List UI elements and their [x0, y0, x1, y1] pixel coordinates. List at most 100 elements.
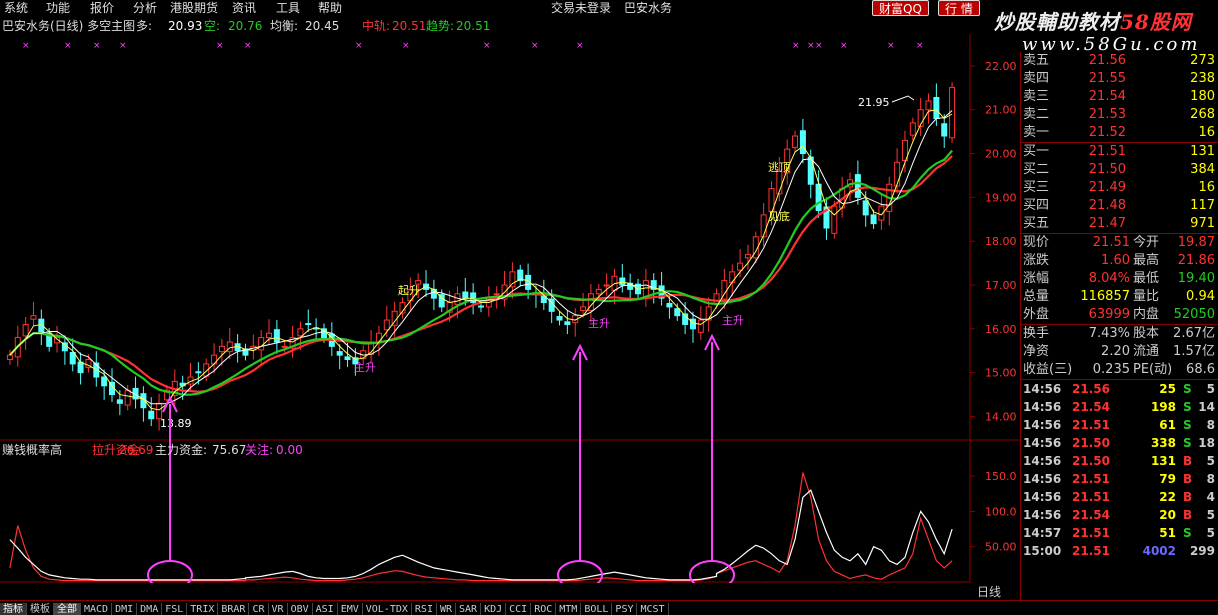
tab-brar[interactable]: BRAR	[218, 603, 250, 615]
tab-rsi[interactable]: RSI	[412, 603, 437, 615]
tab-dma[interactable]: DMA	[137, 603, 163, 615]
tick-time: 15:00	[1023, 544, 1062, 558]
tick-side: S	[1183, 526, 1192, 540]
tab-macd[interactable]: MACD	[81, 603, 113, 615]
ind-tick-label: 100.0	[985, 505, 1017, 518]
high-mark-arrow-icon	[891, 95, 915, 103]
tab-cr[interactable]: CR	[249, 603, 269, 615]
quote-button[interactable]: 行 情	[938, 0, 980, 16]
candle-body	[760, 214, 767, 238]
menu-item-news[interactable]: 资讯	[232, 1, 256, 15]
menu-item-system[interactable]: 系统	[4, 1, 28, 15]
candle-body	[870, 214, 877, 225]
tab-boll[interactable]: BOLL	[581, 603, 613, 615]
candle-body	[336, 351, 343, 356]
menu-item-tools[interactable]: 工具	[276, 1, 300, 15]
price-tick-label: 15.00	[985, 367, 1017, 380]
price-tick-label: 20.00	[985, 148, 1017, 161]
tick-side: B	[1183, 508, 1193, 522]
wealth-qq-button[interactable]: 财富QQ	[872, 0, 929, 16]
tab-vr[interactable]: VR	[269, 603, 288, 615]
candle-body	[854, 174, 861, 198]
candle-body	[493, 293, 500, 296]
menu-item-function[interactable]: 功能	[46, 1, 70, 15]
bid-price: 21.51	[1088, 144, 1126, 159]
tab-obv[interactable]: OBV	[288, 603, 313, 615]
tick-price: 21.51	[1072, 472, 1110, 486]
menu-item-help[interactable]: 帮助	[318, 1, 342, 15]
tab-指标[interactable]: 指标	[0, 603, 27, 615]
candle-body	[22, 323, 29, 337]
stat-value: 63999	[1088, 307, 1130, 322]
tab-cci[interactable]: CCI	[506, 603, 532, 615]
bid-label: 买四	[1023, 198, 1050, 213]
candle-body	[674, 308, 681, 317]
lasheng-value: 26.69	[119, 443, 153, 457]
tab-mcst[interactable]: MCST	[637, 603, 669, 615]
tick-time: 14:56	[1023, 400, 1062, 414]
tick-volume: 20	[1159, 508, 1176, 522]
tab-psy[interactable]: PSY	[612, 603, 638, 615]
current-stock: 巴安水务	[624, 1, 673, 15]
tick-side: S	[1183, 400, 1192, 414]
period-label[interactable]: 日线	[977, 583, 1001, 600]
tab-kdj[interactable]: KDJ	[481, 603, 507, 615]
candle-body	[744, 253, 751, 259]
tab-trix[interactable]: TRIX	[187, 603, 219, 615]
menu-item-hk-futures[interactable]: 港股期货	[170, 1, 218, 15]
tick-count: 5	[1206, 382, 1215, 396]
menu-item-quote[interactable]: 报价	[90, 1, 114, 15]
high-mark: 21.95	[858, 96, 890, 109]
ask-row: 卖五 21.56 273	[1021, 52, 1218, 70]
tab-roc[interactable]: ROC	[531, 603, 557, 615]
candle-body	[462, 291, 469, 299]
signal-label: 主升	[722, 314, 744, 327]
tick-count: 8	[1206, 418, 1215, 432]
tick-volume: 25	[1159, 382, 1176, 396]
tab-vol-tdx[interactable]: VOL-TDX	[363, 603, 412, 615]
tick-row: 14:56 21.54 20 B 5	[1021, 506, 1218, 524]
bid-label: 买二	[1023, 162, 1050, 177]
bid-row: 买三 21.49 16	[1021, 179, 1218, 197]
tick-side: S	[1183, 418, 1192, 432]
candle-body	[77, 361, 84, 374]
zhuli-value: 75.67	[212, 443, 246, 457]
candle-body	[124, 389, 131, 406]
fund-label: 换手	[1023, 326, 1050, 341]
stat-value: 8.04%	[1088, 271, 1130, 286]
signal-cross-icon: ×	[22, 41, 30, 51]
ask-label: 卖二	[1023, 107, 1050, 122]
menu-item-analysis[interactable]: 分析	[133, 1, 157, 15]
tab-wr[interactable]: WR	[437, 603, 457, 615]
tab-dmi[interactable]: DMI	[112, 603, 138, 615]
kline-chart[interactable]: × × × × × × × × × × × × × × × × ×21.9513.89逃顶见底起升主升主升 主升 …	[0, 34, 1020, 583]
candle-body	[383, 319, 390, 331]
signal-cross-icon: ×	[916, 41, 924, 51]
signal-cross-icon: ×	[244, 41, 252, 51]
tick-count: 299	[1189, 544, 1215, 558]
tab-模板[interactable]: 模板	[27, 603, 54, 615]
tab-mtm[interactable]: MTM	[556, 603, 582, 615]
indicator-tabs: 指标 模板 全部 MACD DMI DMA FSL TRIX BRAR CR VR OBV ASI EMV…	[0, 600, 1218, 615]
tick-price: 21.50	[1072, 454, 1110, 468]
candle-body	[933, 96, 940, 119]
tab-asi[interactable]: ASI	[313, 603, 338, 615]
tab-emv[interactable]: EMV	[338, 603, 363, 615]
tick-time: 14:57	[1023, 526, 1062, 540]
tick-time: 14:56	[1023, 454, 1062, 468]
tick-side: B	[1183, 454, 1193, 468]
tick-volume: 51	[1159, 526, 1176, 540]
tick-price: 21.51	[1072, 544, 1110, 558]
tick-time: 14:56	[1023, 436, 1062, 450]
signal-label: 逃顶	[768, 161, 790, 174]
tab-fsl[interactable]: FSL	[162, 603, 188, 615]
candle-body	[909, 122, 916, 136]
tab-全部[interactable]: 全部	[54, 603, 81, 615]
tick-price: 21.51	[1072, 490, 1110, 504]
tab-sar[interactable]: SAR	[456, 603, 482, 615]
tick-price: 21.54	[1072, 508, 1110, 522]
tick-volume: 131	[1150, 454, 1176, 468]
fund-label: 收益(三)	[1023, 362, 1073, 377]
stat-value: 52050	[1173, 307, 1215, 322]
candle-body	[258, 337, 265, 351]
